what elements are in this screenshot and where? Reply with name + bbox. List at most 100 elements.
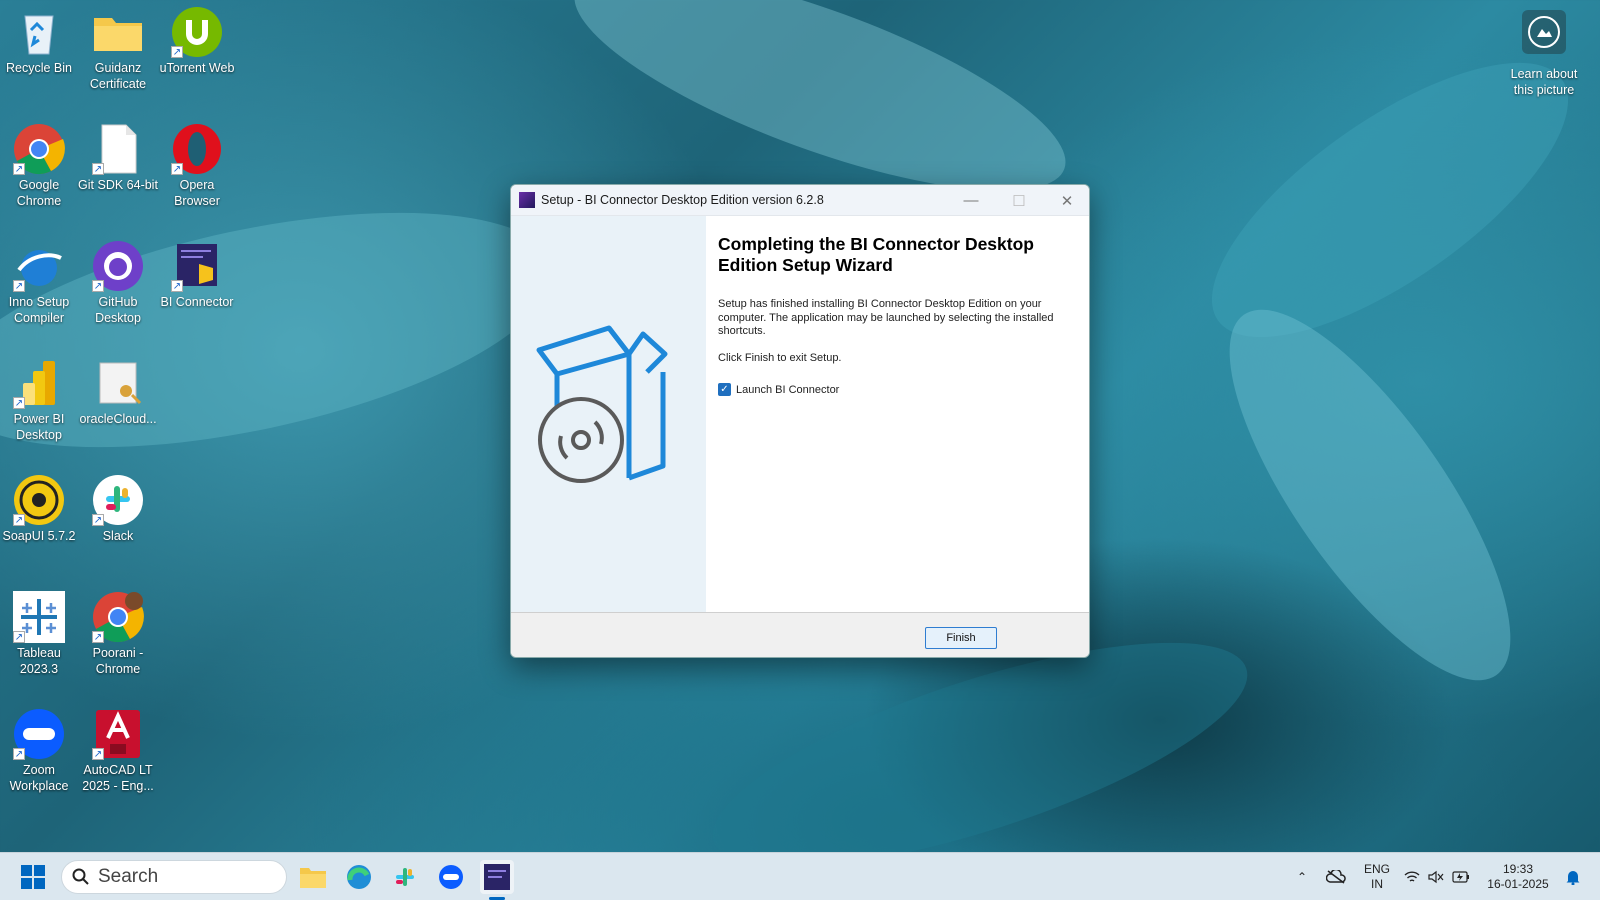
language-code: ENG [1363, 862, 1390, 876]
launch-checkbox-label[interactable]: Launch BI Connector [736, 384, 839, 396]
soapui-icon: ↗ [13, 474, 65, 526]
window-title: Setup - BI Connector Desktop Edition ver… [541, 193, 824, 207]
chrome-icon: ↗ [13, 123, 65, 175]
desktop-icon-oracle-cloud[interactable]: oracleCloud... [78, 351, 158, 427]
shortcut-arrow-icon: ↗ [13, 280, 25, 292]
maximize-button: ☐ [1012, 192, 1026, 210]
desktop-icon-soapui[interactable]: ↗ SoapUI 5.7.2 [0, 468, 79, 544]
desktop-icon-zoom-workplace[interactable]: ↗ Zoom Workplace [0, 702, 79, 794]
desktop-icon-recycle-bin[interactable]: Recycle Bin [0, 0, 79, 76]
taskbar-zoom[interactable] [434, 860, 468, 894]
window-titlebar[interactable]: Setup - BI Connector Desktop Edition ver… [511, 185, 1089, 216]
setup-app-icon [519, 192, 535, 208]
search-icon [72, 868, 89, 885]
speaker-muted-icon [1428, 870, 1444, 884]
folder-icon [300, 868, 326, 888]
slack-icon [396, 868, 414, 886]
cloud-offline-icon [1326, 870, 1346, 884]
tableau-icon: ↗ [13, 591, 65, 643]
desktop-icon-label: Zoom Workplace [9, 763, 69, 793]
github-icon: ↗ [92, 240, 144, 292]
desktop-icon-label: GitHub Desktop [95, 295, 141, 325]
taskbar: Search ⌃ ENG IN 19:33 16-01-2025 [0, 852, 1600, 900]
search-placeholder: Search [98, 866, 159, 887]
shortcut-arrow-icon: ↗ [92, 631, 104, 643]
camera-spotlight-icon [1522, 10, 1566, 54]
notifications-button[interactable] [1560, 853, 1586, 900]
setup-app-icon [484, 864, 510, 890]
desktop-icon-utorrent-web[interactable]: ↗ uTorrent Web [157, 0, 237, 76]
desktop-icon-bi-connector[interactable]: ↗ BI Connector [157, 234, 237, 310]
quick-settings[interactable] [1404, 853, 1470, 900]
wizard-description: Setup has finished installing BI Connect… [718, 298, 1054, 337]
wizard-side-panel [511, 216, 706, 612]
wizard-footer: Finish [511, 612, 1089, 657]
software-box-icon [536, 325, 668, 483]
wallpaper-leaf [1182, 271, 1558, 719]
taskbar-edge[interactable] [342, 860, 376, 894]
desktop-icon-label: Inno Setup Compiler [8, 295, 70, 325]
desktop-icon-github-desktop[interactable]: ↗ GitHub Desktop [78, 234, 158, 326]
chevron-up-icon: ⌃ [1296, 870, 1308, 884]
wizard-instruction: Click Finish to exit Setup. [718, 351, 842, 364]
desktop-icon-opera-browser[interactable]: ↗ Opera Browser [157, 117, 237, 209]
autocad-icon: ↗ [92, 708, 144, 760]
shortcut-arrow-icon: ↗ [171, 280, 183, 292]
shortcut-arrow-icon: ↗ [171, 46, 183, 58]
clock-date: 16-01-2025 [1487, 877, 1549, 891]
setup-window: Setup - BI Connector Desktop Edition ver… [510, 184, 1090, 658]
desktop-icon-label: Guidanz Certificate [89, 61, 147, 91]
desktop-icon-power-bi[interactable]: ↗ Power BI Desktop [0, 351, 79, 443]
launch-checkbox[interactable]: ✓ [718, 383, 731, 396]
language-indicator[interactable]: ENG IN [1360, 853, 1394, 900]
opera-icon: ↗ [171, 123, 223, 175]
inno-setup-icon: ↗ [13, 240, 65, 292]
learn-about-picture[interactable]: Learn about this picture [1500, 10, 1588, 98]
start-button[interactable] [16, 860, 50, 894]
desktop-icon-tableau[interactable]: ↗ Tableau 2023.3 [0, 585, 79, 677]
taskbar-file-explorer[interactable] [296, 860, 330, 894]
desktop-icon-label: SoapUI 5.7.2 [2, 529, 76, 543]
desktop-icon-label: uTorrent Web [159, 61, 235, 75]
minimize-button[interactable]: — [947, 185, 995, 216]
desktop-icon-autocad-lt[interactable]: ↗ AutoCAD LT 2025 - Eng... [78, 702, 158, 794]
desktop-icon-inno-setup[interactable]: ↗ Inno Setup Compiler [0, 234, 79, 326]
shortcut-arrow-icon: ↗ [171, 163, 183, 175]
show-hidden-icons-button[interactable]: ⌃ [1290, 853, 1314, 900]
shortcut-arrow-icon: ↗ [92, 514, 104, 526]
launch-checkbox-row[interactable]: ✓ Launch BI Connector [718, 383, 1077, 396]
shortcut-arrow-icon: ↗ [92, 280, 104, 292]
bi-connector-icon: ↗ [171, 240, 223, 292]
desktop-icon-label: AutoCAD LT 2025 - Eng... [82, 763, 154, 793]
desktop-icon-label: BI Connector [160, 295, 234, 309]
bell-icon [1566, 871, 1580, 885]
desktop-icon-google-chrome[interactable]: ↗ Google Chrome [0, 117, 79, 209]
slack-icon: ↗ [92, 474, 144, 526]
file-icon: ↗ [92, 123, 144, 175]
desktop-icon-git-sdk[interactable]: ↗ Git SDK 64-bit [78, 117, 158, 193]
wizard-content: Completing the BI Connector Desktop Edit… [706, 216, 1089, 612]
desktop-icon-poorani-chrome[interactable]: ↗ Poorani - Chrome [78, 585, 158, 677]
utorrent-icon: ↗ [171, 6, 223, 58]
recycle-bin-icon [13, 6, 65, 58]
desktop-icon-label: Power BI Desktop [13, 412, 65, 442]
desktop-icon-label: Tableau 2023.3 [17, 646, 61, 676]
desktop-icon-slack[interactable]: ↗ Slack [78, 468, 158, 544]
wallpaper-leaf [0, 167, 575, 493]
onedrive-status[interactable] [1322, 853, 1350, 900]
edge-icon [347, 865, 371, 889]
close-button[interactable]: ✕ [1043, 185, 1089, 216]
shortcut-arrow-icon: ↗ [13, 631, 25, 643]
shortcut-arrow-icon: ↗ [92, 748, 104, 760]
desktop-icon-label: Poorani - Chrome [92, 646, 144, 676]
desktop-icon-guidanz-certificate[interactable]: Guidanz Certificate [78, 0, 158, 92]
windows-logo-icon [21, 865, 45, 889]
desktop-icon-label: Google Chrome [16, 178, 62, 208]
wifi-icon [1404, 871, 1420, 882]
shortcut-arrow-icon: ↗ [13, 163, 25, 175]
taskbar-search[interactable]: Search [61, 860, 287, 894]
clock[interactable]: 19:33 16-01-2025 [1480, 853, 1556, 900]
taskbar-slack[interactable] [388, 860, 422, 894]
finish-button[interactable]: Finish [925, 627, 997, 649]
taskbar-bi-connector-setup[interactable] [480, 860, 514, 894]
